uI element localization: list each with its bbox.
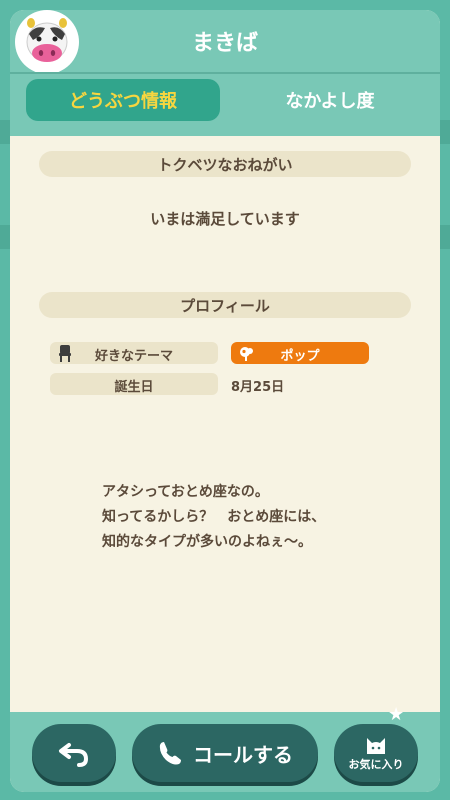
birthday-label-text: 誕生日 (114, 380, 154, 395)
cat-icon (367, 738, 385, 754)
card-header: まきば どうぶつ情報 なかよし度 (10, 10, 440, 136)
header-divider (10, 72, 440, 74)
special-request-heading: トクベツなおねがい (39, 151, 411, 177)
back-arrow-icon (59, 743, 89, 767)
quote-line: 知ってるかしら？ おとめ座には、 (102, 509, 326, 525)
action-bar: コールする お気に入り ★ (10, 704, 440, 792)
favorite-button-label: お気に入り (348, 758, 404, 771)
birthday-value: 8月25日 (231, 380, 285, 395)
content-panel: トクベツなおねがい いまは満足しています プロフィール 好きなテーマ ポップ 誕… (10, 126, 440, 722)
villager-card: まきば どうぶつ情報 なかよし度 トクベツなおねがい いまは満足しています プロ… (10, 10, 440, 792)
quote-line: 知的なタイプが多いのよねぇ〜。 (102, 534, 312, 550)
tab-villager-info[interactable]: どうぶつ情報 (26, 79, 220, 121)
favorite-button[interactable]: お気に入り (334, 724, 418, 782)
quote-line: アタシっておとめ座なの。 (102, 484, 269, 500)
special-request-text: いまは満足しています (150, 210, 300, 228)
tab-friendship[interactable]: なかよし度 (235, 79, 425, 121)
villager-quote: アタシっておとめ座なの。 知ってるかしら？ おとめ座には、 知的なタイプが多いの… (102, 480, 402, 555)
birthday-label: 誕生日 (50, 373, 218, 395)
call-button[interactable]: コールする (132, 724, 318, 782)
phone-icon (159, 742, 181, 765)
back-button[interactable] (32, 724, 116, 782)
favorite-theme-label: 好きなテーマ (50, 342, 218, 364)
villager-name: まきば (191, 31, 258, 56)
favorite-theme-value: ポップ (231, 342, 369, 364)
favorite-theme-label-text: 好きなテーマ (94, 349, 173, 364)
profile-heading: プロフィール (39, 292, 411, 318)
call-button-label: コールする (193, 742, 293, 767)
favorite-theme-value-text: ポップ (280, 349, 320, 364)
star-icon: ★ (388, 704, 405, 725)
